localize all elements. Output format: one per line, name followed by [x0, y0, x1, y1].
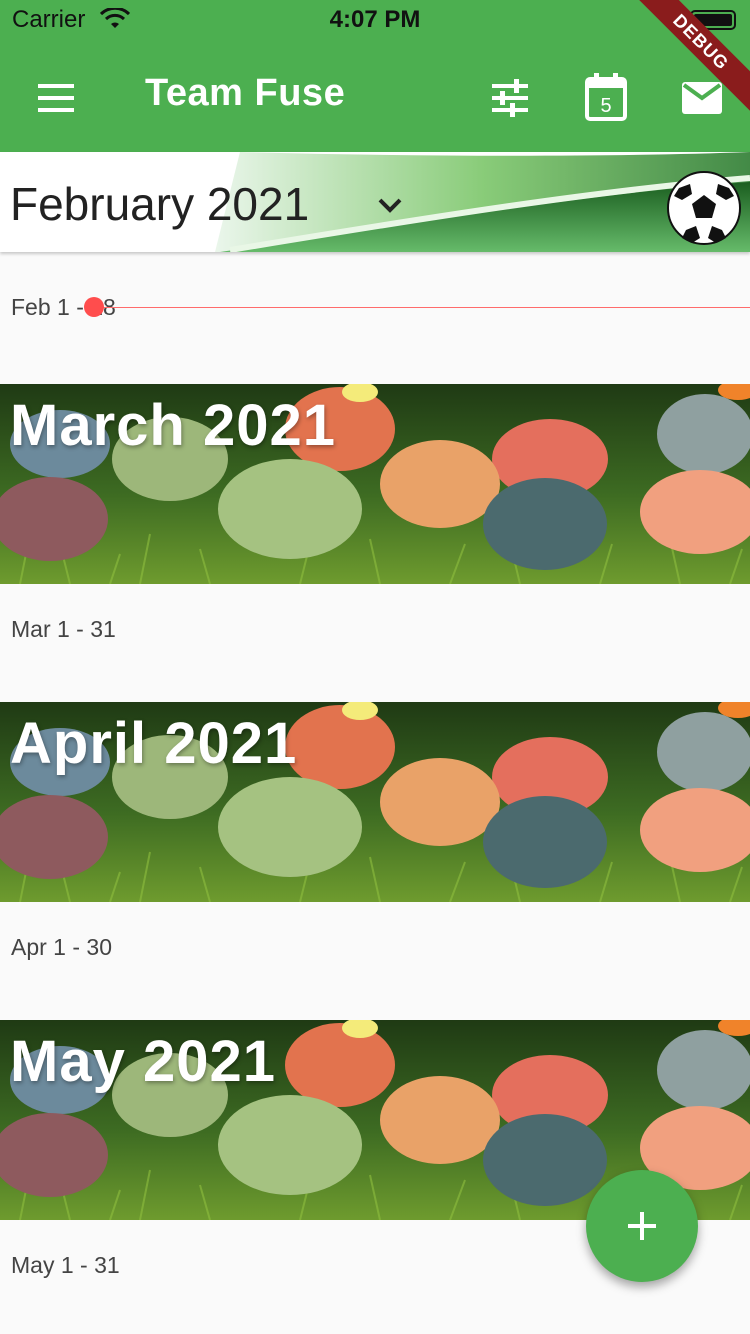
menu-icon — [38, 84, 74, 88]
month-banner-april[interactable]: April 2021 — [0, 702, 750, 902]
current-time-dot — [84, 297, 104, 317]
chevron-down-icon[interactable] — [372, 188, 408, 224]
app-title: Team Fuse — [145, 72, 346, 114]
menu-button[interactable] — [30, 78, 80, 118]
debug-banner-container: DEBUG — [630, 0, 750, 120]
add-event-button[interactable] — [586, 1170, 698, 1282]
month-range-april: Apr 1 - 30 — [11, 934, 112, 960]
calendar-button[interactable]: 5 — [578, 70, 634, 126]
month-title-may: May 2021 — [10, 1029, 276, 1094]
filter-button[interactable] — [482, 70, 538, 126]
month-title-march: March 2021 — [10, 393, 336, 458]
soccer-ball-icon — [667, 171, 741, 245]
month-title-april: April 2021 — [10, 711, 298, 776]
current-month-title: February 2021 — [10, 178, 310, 230]
month-range-may: May 1 - 31 — [11, 1252, 120, 1278]
calendar-icon: 5 — [585, 73, 627, 121]
debug-banner: DEBUG — [630, 0, 750, 113]
calendar-day-number: 5 — [600, 95, 611, 117]
current-time-line — [94, 307, 750, 308]
current-month-header[interactable]: February 2021 — [0, 152, 750, 252]
month-banner-march[interactable]: March 2021 — [0, 384, 750, 584]
month-range-march: Mar 1 - 31 — [11, 616, 116, 642]
tune-icon — [492, 79, 528, 117]
